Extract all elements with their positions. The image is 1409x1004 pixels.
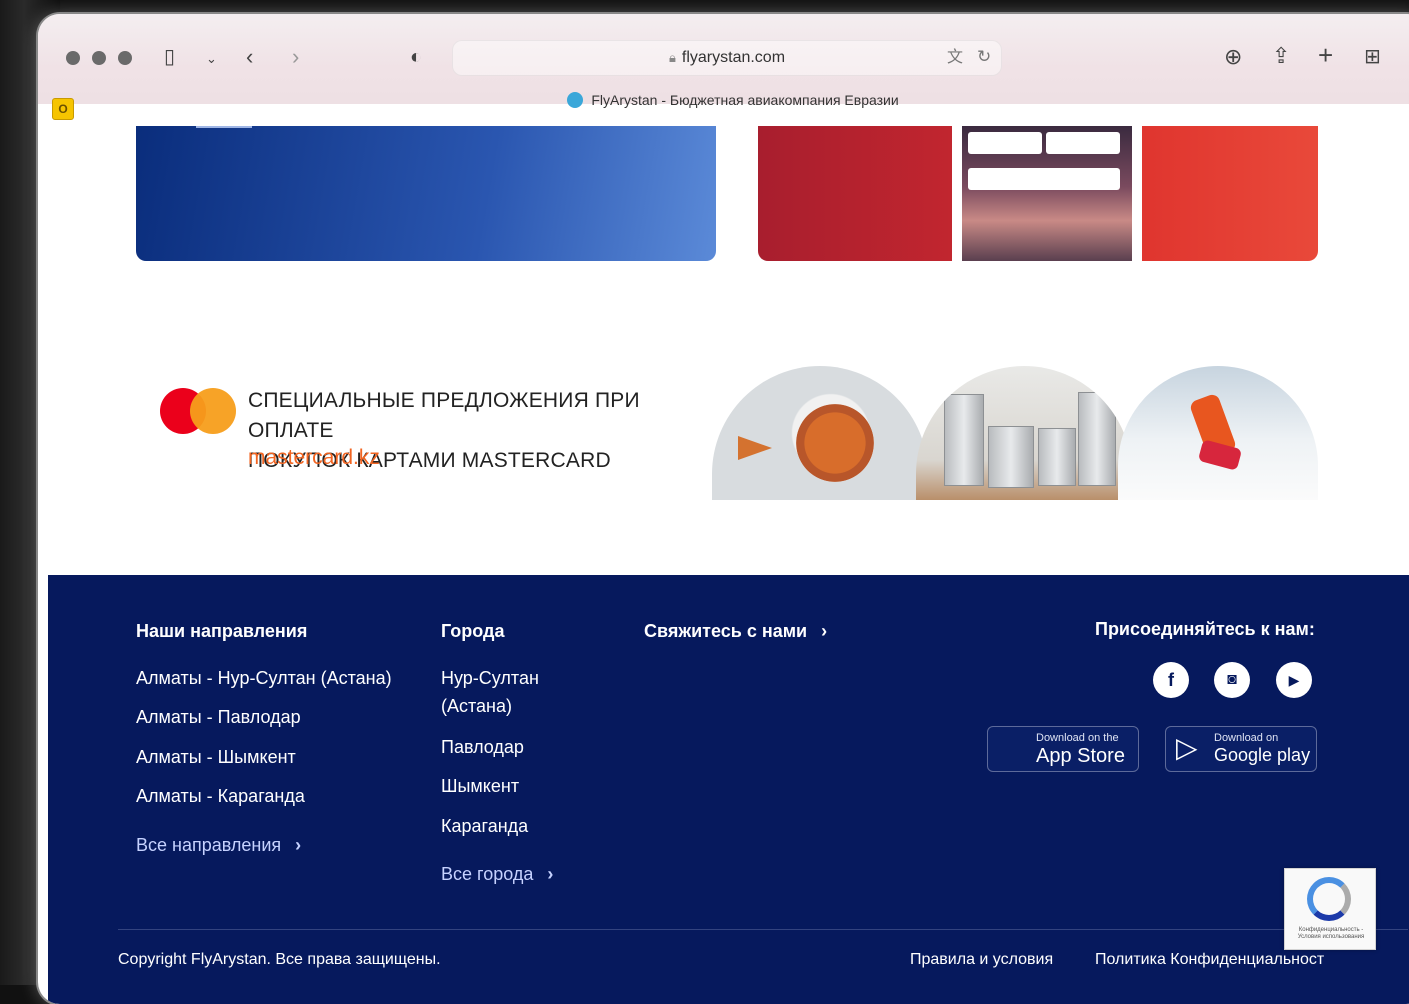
- promo-underline: [196, 126, 252, 128]
- translate-icon[interactable]: 文: [947, 47, 963, 69]
- close-window-button[interactable]: [66, 51, 80, 65]
- phone-card-passengers: [968, 168, 1120, 190]
- reload-icon[interactable]: ↻: [977, 46, 991, 68]
- tab-bar: FlyArystan - Бюджетная авиакомпания Евра…: [38, 80, 1409, 124]
- sidebar-toggle-icon[interactable]: ▯: [164, 46, 175, 68]
- favicon-icon: [567, 92, 584, 108]
- all-cities-label: Все города: [441, 864, 534, 884]
- recaptcha-badge[interactable]: Конфиденциальность - Условия использован…: [1284, 868, 1376, 950]
- instagram-icon[interactable]: ◙: [1214, 662, 1250, 698]
- phone-mockup: [952, 126, 1142, 261]
- appliances-image: [916, 366, 1132, 500]
- all-cities-link[interactable]: Все города ›: [441, 864, 553, 885]
- privacy-link[interactable]: Политика Конфиденциальност: [1095, 951, 1324, 969]
- route-link[interactable]: Алматы - Шымкент: [136, 743, 296, 771]
- minimize-window-button[interactable]: [92, 51, 106, 65]
- route-link[interactable]: Алматы - Павлодар: [136, 703, 301, 731]
- city-link[interactable]: Нур-Султан (Астана): [441, 664, 561, 720]
- google-play-button[interactable]: ▷ Download on Google play: [1165, 726, 1317, 772]
- recaptcha-text[interactable]: Конфиденциальность - Условия использован…: [1291, 927, 1371, 941]
- forward-icon[interactable]: ›: [292, 46, 299, 68]
- chevron-down-icon[interactable]: ⌄: [206, 48, 217, 70]
- contact-link[interactable]: Свяжитесь с нами ›: [644, 621, 827, 642]
- active-tab[interactable]: FlyArystan - Бюджетная авиакомпания Евра…: [38, 92, 1409, 108]
- share-icon[interactable]: ⇪: [1272, 45, 1290, 67]
- tab-overview-icon[interactable]: ⊞: [1364, 46, 1381, 68]
- routes-heading: Наши направления: [136, 621, 308, 641]
- facebook-icon[interactable]: f: [1153, 662, 1189, 698]
- google-play-icon: ▷: [1176, 732, 1198, 763]
- zoom-window-button[interactable]: [118, 51, 132, 65]
- mastercard-url[interactable]: mastercard.kz: [248, 446, 380, 470]
- city-link[interactable]: Караганда: [441, 812, 528, 840]
- contact-label: Свяжитесь с нами: [644, 621, 808, 641]
- pie-image: [712, 366, 928, 500]
- address-bar[interactable]: 🔒︎ flyarystan.com 文 ↻: [452, 40, 1002, 76]
- google-play-small-text: Download on: [1214, 732, 1279, 744]
- app-store-button[interactable]: Download on the App Store: [987, 726, 1139, 772]
- tab-title: FlyArystan - Бюджетная авиакомпания Евра…: [591, 92, 899, 108]
- promo-banner-left[interactable]: [136, 126, 716, 261]
- mastercard-logo: [160, 388, 236, 434]
- route-link[interactable]: Алматы - Нур-Султан (Астана): [136, 664, 392, 692]
- youtube-icon[interactable]: ▶: [1276, 662, 1312, 698]
- cities-heading: Города: [441, 621, 505, 641]
- all-routes-link[interactable]: Все направления ›: [136, 835, 301, 856]
- terms-link[interactable]: Правила и условия: [910, 951, 1053, 969]
- new-tab-icon[interactable]: +: [1318, 42, 1333, 68]
- footer-divider: [118, 929, 1408, 930]
- app-store-big-text: App Store: [1036, 745, 1125, 767]
- city-link[interactable]: Павлодар: [441, 733, 524, 761]
- google-play-big-text: Google play: [1214, 745, 1311, 765]
- recaptcha-icon: [1307, 877, 1351, 921]
- browser-window: ▯ ⌄ ‹ › ◐ 🔒︎ flyarystan.com 文 ↻ ⊕ ⇪ + ⊞ F…: [38, 14, 1409, 1004]
- chevron-right-icon: ›: [295, 835, 302, 855]
- extension-icon[interactable]: O: [52, 98, 74, 120]
- browser-toolbar: ▯ ⌄ ‹ › ◐ 🔒︎ flyarystan.com 文 ↻ ⊕ ⇪ + ⊞ F…: [38, 14, 1409, 108]
- app-store-small-text: Download on the: [1036, 732, 1119, 744]
- join-heading: Присоединяйтесь к нам:: [1095, 619, 1315, 639]
- city-link[interactable]: Шымкент: [441, 772, 519, 800]
- skier-image: [1118, 366, 1318, 500]
- all-routes-label: Все направления: [136, 835, 282, 855]
- lock-icon: 🔒︎: [668, 50, 676, 65]
- copyright-text: Copyright FlyArystan. Все права защищены…: [118, 951, 441, 968]
- route-link[interactable]: Алматы - Караганда: [136, 782, 305, 810]
- url-text: flyarystan.com: [681, 49, 786, 66]
- phone-card-date-to: [1046, 132, 1120, 154]
- privacy-shield-icon[interactable]: ◐: [410, 46, 422, 68]
- chevron-right-icon: ›: [547, 864, 554, 884]
- back-icon[interactable]: ‹: [246, 46, 253, 68]
- downloads-icon[interactable]: ⊕: [1224, 46, 1242, 68]
- mastercard-line1: СПЕЦИАЛЬНЫЕ ПРЕДЛОЖЕНИЯ ПРИ ОПЛАТЕ: [248, 389, 640, 442]
- page-content: СПЕЦИАЛЬНЫЕ ПРЕДЛОЖЕНИЯ ПРИ ОПЛАТЕ ПОКУП…: [48, 126, 1409, 1004]
- phone-card-date-from: [968, 132, 1042, 154]
- site-footer: Наши направления Алматы - Нур-Султан (Ас…: [48, 575, 1409, 1004]
- chevron-right-icon: ›: [821, 621, 828, 641]
- promo-banner-right[interactable]: [758, 126, 1318, 261]
